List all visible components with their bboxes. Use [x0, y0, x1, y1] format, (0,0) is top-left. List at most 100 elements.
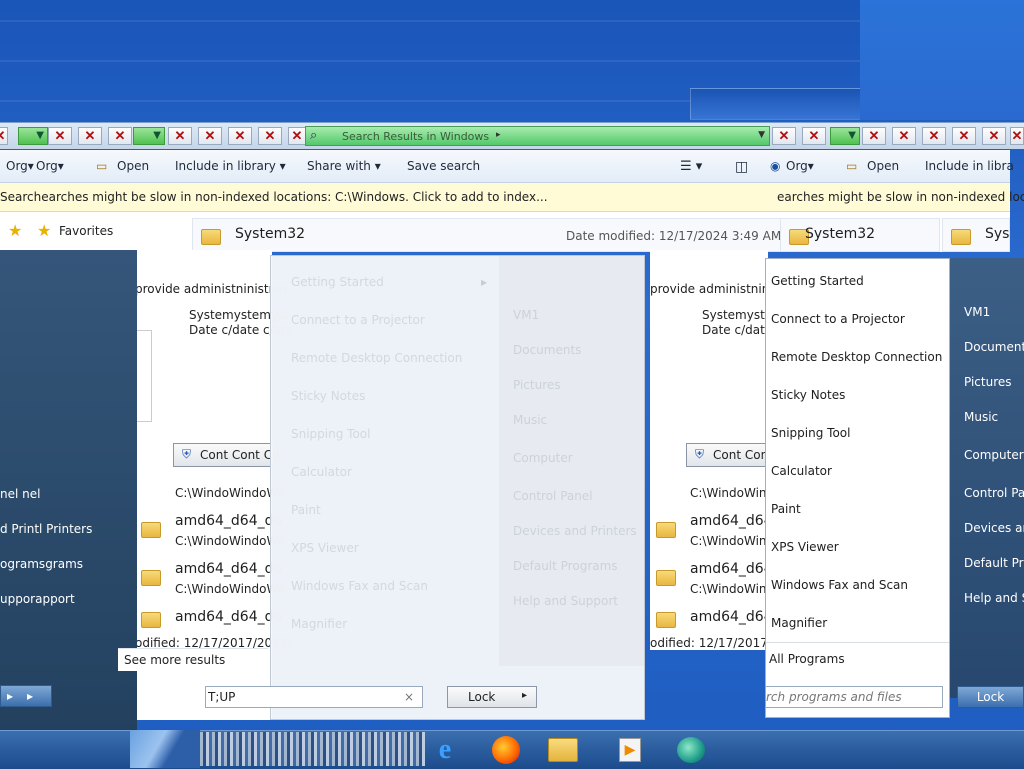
search-value: T;UP — [208, 690, 236, 704]
lock-button[interactable]: Lock ▸ — [447, 686, 537, 708]
lock-button[interactable]: Lock — [957, 686, 1024, 708]
open-button[interactable]: Open — [117, 159, 149, 173]
firefox-icon[interactable] — [488, 734, 524, 766]
start-item-connect-projector[interactable]: Connect to a Projector — [771, 312, 905, 326]
ghost-item: Paint — [291, 503, 321, 517]
start-search-input[interactable]: rch programs and files — [765, 686, 943, 708]
all-programs-item[interactable]: All Programs — [769, 652, 845, 666]
include-in-library-button[interactable]: Include in library ▾ — [175, 159, 286, 173]
start-item-sticky-notes[interactable]: Sticky Notes — [771, 388, 845, 402]
save-search-button[interactable]: Save search — [407, 159, 480, 173]
star-icon: ★ — [8, 221, 23, 240]
close-icon[interactable]: ✕ — [1010, 127, 1024, 145]
folder-icon — [656, 522, 676, 538]
ghost-right-item: Help and Support — [513, 594, 618, 608]
start-menu-right-pane: VM1 Documents Pictures Music Computer Co… — [950, 258, 1024, 698]
organize-button[interactable]: Org▾ — [36, 159, 64, 173]
search-icon: ⌕ — [310, 128, 318, 143]
close-icon[interactable]: ✕ — [258, 127, 282, 145]
right-item-documents[interactable]: Documents — [964, 340, 1024, 354]
view-options-icon[interactable]: ☰ ▾ — [680, 159, 702, 174]
breadcrumb-arrow-icon: ▸ — [496, 130, 501, 140]
ghost-item: Remote Desktop Connection — [291, 351, 463, 365]
start-item-getting-started[interactable]: Getting Started — [771, 274, 864, 288]
close-icon[interactable]: ✕ — [198, 127, 222, 145]
start-orb-fragment[interactable] — [130, 730, 200, 768]
start-item-magnifier[interactable]: Magnifier — [771, 616, 827, 630]
close-icon[interactable]: ✕ — [802, 127, 826, 145]
favorites-label[interactable]: Favorites — [59, 224, 113, 238]
clear-search-icon[interactable]: × — [404, 690, 414, 704]
result-name: System32 — [805, 226, 876, 242]
start-item-fax-scan[interactable]: Windows Fax and Scan — [771, 578, 908, 592]
info-bar-text: earches might be slow in non-indexed loc… — [777, 190, 1024, 204]
close-icon[interactable]: ✕ — [772, 127, 796, 145]
result-row-system32[interactable]: System32 Date modified: 12/17/2024 3:49 … — [192, 218, 782, 252]
close-icon[interactable]: ✕ — [922, 127, 946, 145]
continue-button[interactable]: ⛨ Cont Cont — [686, 443, 773, 467]
result-row-system32[interactable]: System32 — [942, 218, 1010, 252]
preview-pane-icon[interactable]: ◫ — [735, 159, 748, 175]
close-icon[interactable]: ✕ — [168, 127, 192, 145]
shutdown-button[interactable]: ▸ ▸ — [0, 685, 52, 707]
see-more-results-label: See more results — [124, 653, 226, 667]
lock-label: Lock — [976, 690, 1005, 704]
close-icon[interactable]: ✕ — [982, 127, 1006, 145]
see-more-results[interactable]: See more results — [118, 648, 268, 671]
include-in-library-button[interactable]: Include in libra — [925, 159, 1014, 173]
start-item-calculator[interactable]: Calculator — [771, 464, 832, 478]
help-support-item[interactable]: upporapport — [0, 592, 75, 606]
continue-button[interactable]: ⛨ Cont Cont Co — [173, 443, 279, 467]
nav-dropdown[interactable]: ▼ — [133, 127, 165, 145]
start-item-paint[interactable]: Paint — [771, 502, 801, 516]
chevron-down-icon[interactable]: ▼ — [758, 130, 765, 140]
close-icon[interactable]: ✕ — [892, 127, 916, 145]
right-item-default-programs[interactable]: Default Pro — [964, 556, 1024, 570]
right-item-computer[interactable]: Computer — [964, 448, 1024, 462]
nav-dropdown[interactable]: ▼ — [18, 127, 48, 145]
organize-button[interactable]: Org▾ — [786, 159, 814, 173]
control-panel-item[interactable]: nel nel — [0, 487, 40, 501]
explorer-icon[interactable] — [545, 734, 581, 766]
start-item-snipping-tool[interactable]: Snipping Tool — [771, 426, 850, 440]
organize-button[interactable]: Org▾ — [6, 159, 34, 173]
result-name: amd64_d64_d6 — [175, 609, 283, 625]
address-bar[interactable]: ⌕ Search Results in Windows ▸ ▼ — [305, 126, 770, 146]
right-item-devices[interactable]: Devices and — [964, 521, 1024, 535]
close-icon[interactable]: ✕ — [48, 127, 72, 145]
close-icon[interactable]: ✕ — [862, 127, 886, 145]
lock-label: Lock — [468, 690, 496, 704]
address-text: Search Results in Windows — [342, 130, 490, 143]
start-search-input[interactable]: T;UP × — [205, 686, 423, 708]
close-icon[interactable]: ✕ — [108, 127, 132, 145]
chevron-right-icon[interactable]: ▸ — [522, 690, 527, 701]
open-button[interactable]: Open — [867, 159, 899, 173]
right-item-control-panel[interactable]: Control Par — [964, 486, 1024, 500]
right-item-vm1[interactable]: VM1 — [964, 305, 990, 319]
close-icon[interactable]: ✕ — [78, 127, 102, 145]
close-icon[interactable]: ✕ — [952, 127, 976, 145]
desktop-wallpaper-block — [860, 0, 1024, 120]
uac-text: provide administninistnin — [135, 282, 288, 296]
close-icon[interactable]: ✕ — [0, 127, 8, 145]
start-item-xps-viewer[interactable]: XPS Viewer — [771, 540, 839, 554]
chat-icon[interactable] — [673, 734, 709, 766]
index-info-bar[interactable]: Searchearches might be slow in non-index… — [0, 183, 1024, 212]
close-icon[interactable]: ✕ — [288, 127, 306, 145]
result-date: Date modified: 12/17/2024 3:49 AM — [566, 229, 782, 243]
close-icon[interactable]: ✕ — [228, 127, 252, 145]
share-with-button[interactable]: Share with ▾ — [307, 159, 381, 173]
right-item-help[interactable]: Help and Su — [964, 591, 1024, 605]
right-item-pictures[interactable]: Pictures — [964, 375, 1012, 389]
default-programs-item[interactable]: ogramsgrams — [0, 557, 83, 571]
open-folder-icon: ▭ — [96, 159, 108, 173]
result-row-system32[interactable]: System32 — [780, 218, 940, 252]
devices-printers-item[interactable]: d Printl Printers — [0, 522, 92, 536]
start-item-remote-desktop[interactable]: Remote Desktop Connection — [771, 350, 942, 364]
media-player-icon[interactable]: ▶ — [612, 734, 648, 766]
nav-dropdown[interactable]: ▼ — [830, 127, 860, 145]
ghost-right-item: Default Programs — [513, 559, 618, 573]
right-item-music[interactable]: Music — [964, 410, 998, 424]
ie-icon[interactable]: e — [427, 734, 463, 766]
ghost-item: Snipping Tool — [291, 427, 371, 441]
